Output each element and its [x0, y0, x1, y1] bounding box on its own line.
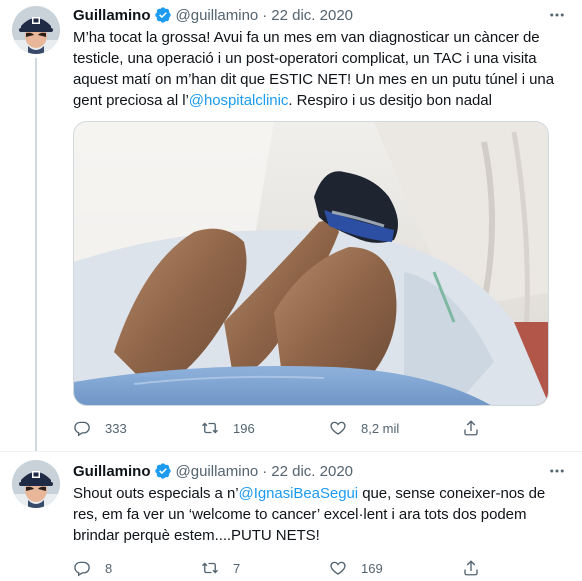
verified-badge-icon	[154, 7, 171, 23]
tweet-photo[interactable]	[73, 121, 549, 406]
like-count: 169	[361, 560, 383, 576]
retweet-count: 7	[233, 560, 241, 576]
user-handle[interactable]: @guillamino	[176, 7, 259, 24]
tweet-body: Guillamino @guillamino · 22 dic. 2020 M’…	[73, 4, 568, 437]
like-icon	[330, 421, 346, 435]
tweet-actions: 8 7 169	[73, 558, 568, 578]
thread-line	[35, 58, 37, 451]
photo-legs-in-hospital-bed	[74, 122, 548, 405]
share-button[interactable]	[462, 419, 480, 437]
avatar-image	[12, 6, 60, 54]
display-name[interactable]: Guillamino	[73, 7, 151, 24]
tweet-date[interactable]: 22 dic. 2020	[271, 463, 353, 480]
mention-link[interactable]: @IgnasiBeaSegui	[239, 485, 359, 502]
reply-count: 333	[105, 420, 127, 436]
like-button[interactable]: 8,2 mil	[329, 419, 457, 437]
tweet-header: Guillamino @guillamino · 22 dic. 2020	[73, 460, 568, 482]
tweet-text-part: . Respiro i us desitjo bon nadal	[288, 92, 492, 109]
reply-button[interactable]: 8	[73, 559, 201, 577]
verified-badge-icon	[154, 463, 171, 479]
tweet[interactable]: Guillamino @guillamino · 22 dic. 2020 M’…	[0, 0, 582, 451]
avatar[interactable]	[12, 460, 60, 508]
share-button[interactable]	[462, 559, 480, 577]
tweet-date[interactable]: 22 dic. 2020	[271, 7, 353, 24]
separator-dot: ·	[262, 6, 268, 24]
tweet-text: M’ha tocat la grossa! Avui fa un mes em …	[73, 27, 568, 111]
retweet-icon	[202, 562, 218, 574]
display-name[interactable]: Guillamino	[73, 463, 151, 480]
avatar-image	[12, 460, 60, 508]
tweet-actions: 333 196 8,2 mil	[73, 418, 568, 438]
retweet-icon	[202, 422, 218, 434]
like-count: 8,2 mil	[361, 420, 400, 436]
like-icon	[330, 561, 346, 575]
tweet-body: Guillamino @guillamino · 22 dic. 2020 Sh…	[73, 460, 568, 577]
tweet-text: Shout outs especials a n’@IgnasiBeaSegui…	[73, 483, 568, 546]
more-options-icon[interactable]	[546, 4, 568, 26]
like-button[interactable]: 169	[329, 559, 457, 577]
share-icon	[464, 560, 478, 576]
retweet-button[interactable]: 7	[201, 559, 329, 577]
reply-button[interactable]: 333	[73, 419, 201, 437]
avatar-column	[12, 460, 60, 508]
retweet-button[interactable]: 196	[201, 419, 329, 437]
tweet[interactable]: Guillamino @guillamino · 22 dic. 2020 Sh…	[0, 451, 582, 581]
tweet-header: Guillamino @guillamino · 22 dic. 2020	[73, 4, 568, 26]
user-handle[interactable]: @guillamino	[176, 463, 259, 480]
mention-link[interactable]: @hospitalclinic	[189, 92, 289, 109]
reply-icon	[74, 421, 90, 437]
reply-icon	[74, 561, 90, 577]
separator-dot: ·	[262, 462, 268, 480]
tweet-text-part: Shout outs especials a n’	[73, 485, 239, 502]
share-icon	[464, 420, 478, 436]
avatar-column	[12, 6, 60, 54]
avatar[interactable]	[12, 6, 60, 54]
reply-count: 8	[105, 560, 113, 576]
retweet-count: 196	[233, 420, 255, 436]
more-options-icon[interactable]	[546, 460, 568, 482]
